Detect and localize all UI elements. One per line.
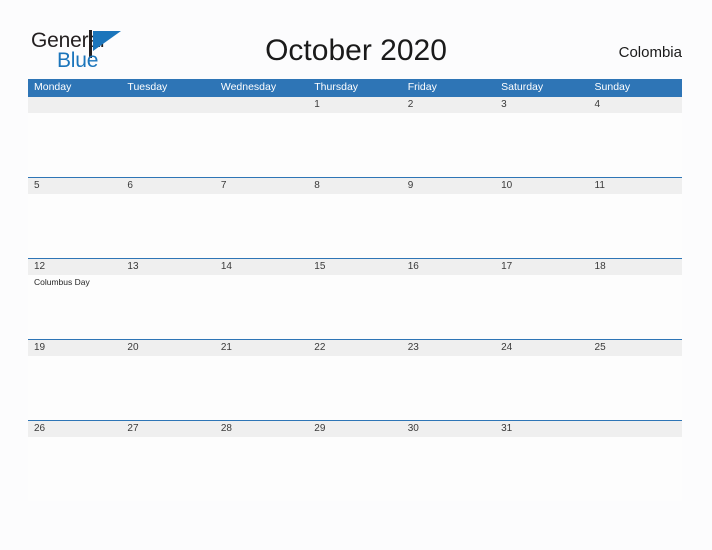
day-number[interactable]: 10	[495, 178, 588, 194]
day-number[interactable]: 19	[28, 340, 121, 356]
day-cell[interactable]	[215, 437, 308, 501]
weekday-header-sunday: Sunday	[594, 81, 631, 93]
day-number[interactable]: 26	[28, 421, 121, 437]
day-number[interactable]: 12	[28, 259, 121, 275]
day-number[interactable]: 2	[402, 97, 495, 113]
day-number[interactable]: 27	[121, 421, 214, 437]
week-row: 19 20 21 22 23 24 25	[28, 339, 682, 420]
day-number[interactable]	[121, 97, 214, 113]
day-number[interactable]: 3	[495, 97, 588, 113]
week-event-band	[28, 113, 682, 177]
day-number[interactable]: 20	[121, 340, 214, 356]
day-cell[interactable]	[589, 194, 682, 258]
week-row: 1 2 3 4	[28, 96, 682, 177]
day-cell[interactable]	[308, 275, 401, 339]
week-row: 26 27 28 29 30 31	[28, 420, 682, 501]
day-cell[interactable]	[215, 113, 308, 177]
week-event-band	[28, 356, 682, 420]
day-cell[interactable]	[28, 194, 121, 258]
weekday-header-row: Monday Tuesday Wednesday Thursday Friday…	[28, 79, 682, 96]
day-cell[interactable]	[28, 437, 121, 501]
week-event-band	[28, 437, 682, 501]
day-cell[interactable]	[589, 356, 682, 420]
day-number[interactable]: 5	[28, 178, 121, 194]
calendar-grid: Monday Tuesday Wednesday Thursday Friday…	[28, 79, 682, 501]
weekday-header-monday: Monday	[34, 81, 72, 93]
week-date-band: 19 20 21 22 23 24 25	[28, 340, 682, 356]
day-cell[interactable]	[402, 275, 495, 339]
day-cell[interactable]	[121, 437, 214, 501]
day-cell[interactable]	[215, 194, 308, 258]
day-cell[interactable]	[402, 437, 495, 501]
day-number[interactable]: 31	[495, 421, 588, 437]
day-number[interactable]: 1	[308, 97, 401, 113]
day-number[interactable]: 17	[495, 259, 588, 275]
week-row: 5 6 7 8 9 10 11	[28, 177, 682, 258]
day-cell[interactable]	[215, 275, 308, 339]
day-event-label: Columbus Day	[34, 277, 90, 287]
day-number[interactable]: 15	[308, 259, 401, 275]
day-cell[interactable]	[589, 275, 682, 339]
day-cell[interactable]	[402, 356, 495, 420]
day-number[interactable]	[28, 97, 121, 113]
day-cell[interactable]	[589, 437, 682, 501]
day-cell[interactable]	[495, 194, 588, 258]
week-event-band: Columbus Day	[28, 275, 682, 339]
week-date-band: 1 2 3 4	[28, 97, 682, 113]
day-number[interactable]: 28	[215, 421, 308, 437]
day-number[interactable]: 18	[589, 259, 682, 275]
day-cell[interactable]	[121, 275, 214, 339]
day-number[interactable]: 29	[308, 421, 401, 437]
day-cell[interactable]	[121, 113, 214, 177]
day-number[interactable]: 21	[215, 340, 308, 356]
page-header: General Blue October 2020 Colombia	[0, 0, 712, 79]
week-event-band	[28, 194, 682, 258]
weekday-header-saturday: Saturday	[501, 81, 544, 93]
day-number[interactable]: 4	[589, 97, 682, 113]
day-cell[interactable]	[402, 194, 495, 258]
week-date-band: 12 13 14 15 16 17 18	[28, 259, 682, 275]
calendar-page: General Blue October 2020 Colombia Monda…	[0, 0, 712, 550]
day-cell[interactable]	[28, 113, 121, 177]
day-number[interactable]: 9	[402, 178, 495, 194]
week-date-band: 26 27 28 29 30 31	[28, 421, 682, 437]
day-cell[interactable]	[308, 356, 401, 420]
day-number[interactable]: 11	[589, 178, 682, 194]
day-cell[interactable]	[308, 194, 401, 258]
day-cell[interactable]	[495, 356, 588, 420]
day-cell[interactable]	[495, 113, 588, 177]
day-cell[interactable]	[28, 356, 121, 420]
page-title: October 2020	[265, 34, 447, 67]
weekday-header-tuesday: Tuesday	[127, 81, 168, 93]
day-cell[interactable]	[121, 356, 214, 420]
day-cell[interactable]	[402, 113, 495, 177]
day-number[interactable]: 25	[589, 340, 682, 356]
day-number[interactable]: 23	[402, 340, 495, 356]
day-cell[interactable]	[308, 113, 401, 177]
day-number[interactable]: 16	[402, 259, 495, 275]
day-number[interactable]: 24	[495, 340, 588, 356]
day-number[interactable]	[215, 97, 308, 113]
weekday-header-friday: Friday	[407, 81, 437, 93]
week-date-band: 5 6 7 8 9 10 11	[28, 178, 682, 194]
weekday-header-wednesday: Wednesday	[220, 81, 277, 93]
day-cell[interactable]	[495, 437, 588, 501]
day-number[interactable]: 7	[215, 178, 308, 194]
day-number[interactable]: 13	[121, 259, 214, 275]
weekday-header-thursday: Thursday	[314, 81, 359, 93]
country-label: Colombia	[618, 44, 682, 61]
day-cell[interactable]	[589, 113, 682, 177]
day-number[interactable]: 6	[121, 178, 214, 194]
day-cell[interactable]: Columbus Day	[28, 275, 121, 339]
day-number[interactable]: 8	[308, 178, 401, 194]
day-number[interactable]: 22	[308, 340, 401, 356]
day-cell[interactable]	[215, 356, 308, 420]
day-number[interactable]: 30	[402, 421, 495, 437]
week-row: 12 13 14 15 16 17 18 Columbus Day	[28, 258, 682, 339]
day-number[interactable]	[589, 421, 682, 437]
day-number[interactable]: 14	[215, 259, 308, 275]
day-cell[interactable]	[308, 437, 401, 501]
day-cell[interactable]	[121, 194, 214, 258]
day-cell[interactable]	[495, 275, 588, 339]
